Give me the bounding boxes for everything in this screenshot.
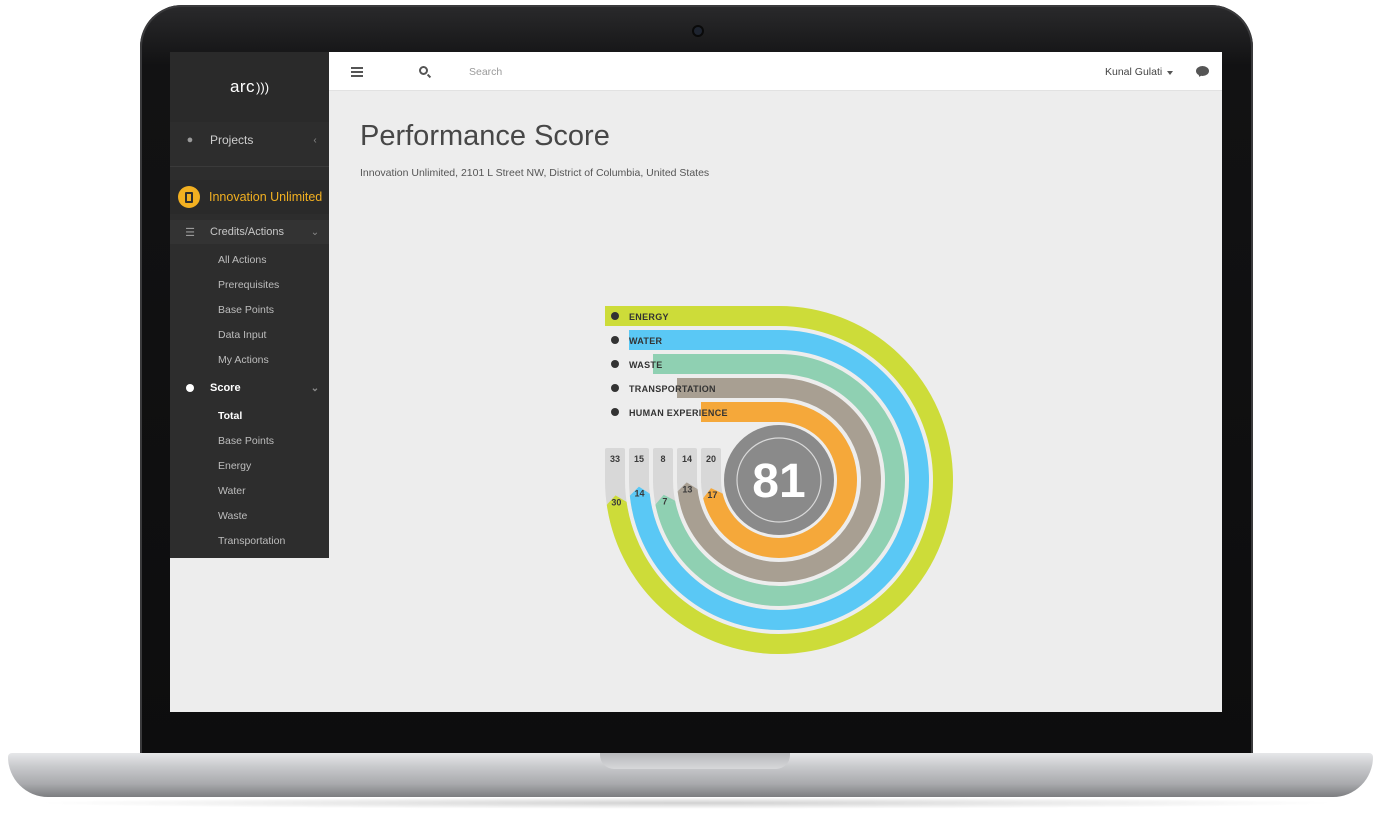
category-label-transportation: TRANSPORTATION	[629, 384, 716, 394]
band-header-waste	[653, 354, 779, 374]
max-label-waste: 8	[660, 454, 665, 464]
person-icon	[611, 408, 619, 416]
value-label-energy: 30	[611, 497, 621, 507]
recycle-icon	[611, 360, 619, 368]
max-label-human-experience: 20	[706, 454, 716, 464]
screen: arc ))) ● Projects ‹ Innovation Unlimite…	[170, 52, 1222, 712]
category-label-waste: WASTE	[629, 360, 663, 370]
car-icon	[611, 384, 619, 392]
water-drop-icon	[611, 336, 619, 344]
camera	[694, 27, 702, 35]
max-label-water: 15	[634, 454, 644, 464]
performance-score-chart: 30 33 ENERGY 14 15 WATER 7 8 WASTE 13 14 TRANSPORTA…	[605, 306, 953, 654]
category-label-human-experience: HUMAN EXPERIENCE	[629, 408, 728, 418]
value-label-human-experience: 17	[707, 490, 717, 500]
category-label-energy: ENERGY	[629, 312, 669, 322]
laptop-notch	[600, 753, 790, 769]
total-score-label: 81	[752, 455, 805, 508]
max-label-transportation: 14	[682, 454, 692, 464]
lightning-icon	[611, 312, 619, 320]
max-label-energy: 33	[610, 454, 620, 464]
value-label-water: 14	[635, 489, 645, 499]
value-label-waste: 7	[662, 497, 667, 507]
category-label-water: WATER	[629, 336, 663, 346]
value-label-transportation: 13	[682, 484, 692, 494]
laptop-shadow	[30, 797, 1343, 809]
